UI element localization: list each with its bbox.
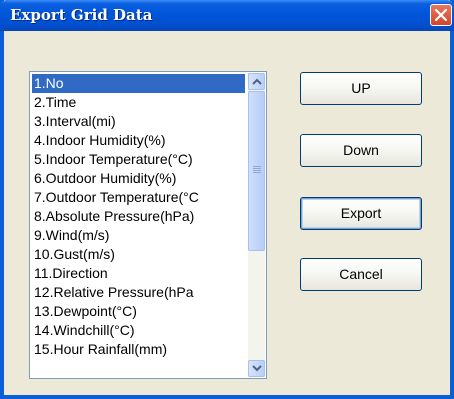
list-item[interactable]: 10.Gust(m/s) bbox=[32, 245, 245, 264]
list-item[interactable]: 15.Hour Rainfall(mm) bbox=[32, 340, 245, 359]
export-button[interactable]: Export bbox=[300, 197, 422, 230]
export-grid-data-dialog: Export Grid Data 1.No 2.Time 3.Interval(mi… bbox=[0, 0, 454, 399]
list-item[interactable]: 9.Wind(m/s) bbox=[32, 226, 245, 245]
arrow-down-icon bbox=[252, 365, 262, 372]
list-item[interactable]: 7.Outdoor Temperature(°C bbox=[32, 188, 245, 207]
list-item[interactable]: 14.Windchill(°C) bbox=[32, 321, 245, 340]
dialog-title: Export Grid Data bbox=[10, 6, 153, 24]
scroll-down-button[interactable] bbox=[248, 360, 265, 377]
list-scrollbar[interactable] bbox=[248, 73, 265, 377]
list-item[interactable]: 13.Dewpoint(°C) bbox=[32, 302, 245, 321]
close-icon bbox=[435, 9, 447, 21]
list-item[interactable]: 6.Outdoor Humidity(%) bbox=[32, 169, 245, 188]
grip-line bbox=[253, 168, 261, 169]
list-item[interactable]: 5.Indoor Temperature(°C) bbox=[32, 150, 245, 169]
list-item[interactable]: 11.Direction bbox=[32, 264, 245, 283]
grip-line bbox=[253, 166, 261, 167]
grip-line bbox=[253, 172, 261, 173]
scrollbar-thumb[interactable] bbox=[248, 91, 265, 251]
up-button[interactable]: UP bbox=[300, 72, 422, 105]
scroll-up-button[interactable] bbox=[248, 73, 265, 90]
list-item[interactable]: 4.Indoor Humidity(%) bbox=[32, 131, 245, 150]
list-item[interactable]: 1.No bbox=[32, 74, 245, 93]
list-item[interactable]: 8.Absolute Pressure(hPa) bbox=[32, 207, 245, 226]
close-button[interactable] bbox=[430, 4, 452, 26]
field-list: 1.No 2.Time 3.Interval(mi) 4.Indoor Humidit… bbox=[32, 74, 245, 376]
down-button[interactable]: Down bbox=[300, 134, 422, 167]
grip-line bbox=[253, 170, 261, 171]
title-bar[interactable]: Export Grid Data bbox=[0, 0, 454, 31]
list-item[interactable]: 2.Time bbox=[32, 93, 245, 112]
cancel-button[interactable]: Cancel bbox=[300, 258, 422, 291]
field-listbox[interactable]: 1.No 2.Time 3.Interval(mi) 4.Indoor Humidit… bbox=[29, 71, 267, 379]
arrow-up-icon bbox=[252, 78, 262, 85]
list-item[interactable]: 3.Interval(mi) bbox=[32, 112, 245, 131]
list-item[interactable]: 12.Relative Pressure(hPa bbox=[32, 283, 245, 302]
